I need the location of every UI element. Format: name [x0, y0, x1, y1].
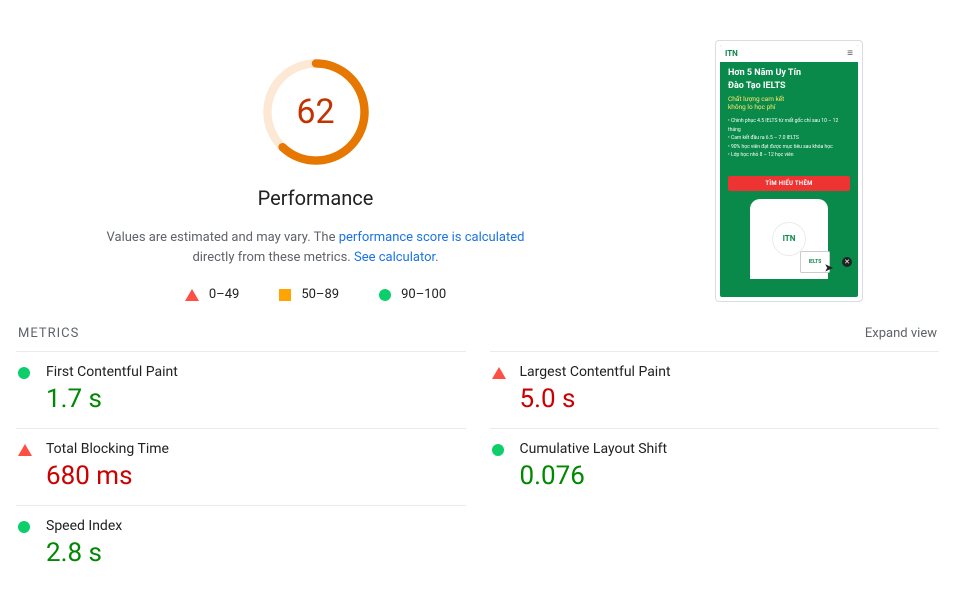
metric-item: Largest Contentful Paint 5.0 s — [490, 351, 940, 428]
score-gauge: 62 — [260, 56, 372, 168]
legend-avg-label: 50–89 — [301, 287, 339, 302]
score-desc-text: Values are estimated and may vary. The — [107, 230, 339, 245]
score-legend: 0–49 50–89 90–100 — [185, 287, 446, 302]
metric-body: Largest Contentful Paint 5.0 s — [520, 364, 938, 414]
metric-item: Speed Index 2.8 s — [16, 505, 466, 582]
metrics-section-title: METRICS — [18, 326, 79, 341]
preview-bullet: 90% học viên đạt được mục tiêu sau khóa … — [728, 143, 850, 152]
square-icon — [279, 289, 291, 301]
legend-fail-label: 0–49 — [209, 287, 239, 302]
metric-label: Speed Index — [46, 518, 464, 534]
metric-value: 1.7 s — [46, 384, 464, 414]
preview-bullet: Cam kết đầu ra 6.5 – 7.0 IELTS — [728, 134, 850, 143]
device-screen: ITN ≡ Hơn 5 Năm Uy Tín Đào Tạo IELTS Chấ… — [720, 45, 858, 297]
score-desc-text-2: directly from these metrics. — [192, 250, 354, 265]
legend-avg: 50–89 — [279, 287, 339, 302]
metric-body: Speed Index 2.8 s — [46, 518, 464, 568]
screenshot-preview: ITN ≡ Hơn 5 Năm Uy Tín Đào Tạo IELTS Chấ… — [639, 16, 939, 302]
preview-bullet: Lớp học nhỏ 8 – 12 học viên — [728, 151, 850, 160]
circle-icon — [492, 441, 506, 491]
legend-pass-label: 90–100 — [401, 287, 446, 302]
cursor-icon: ➤ — [825, 263, 833, 274]
preview-subtitle: Chất lượng cam kết không lo học phí — [728, 95, 850, 112]
see-calculator-link[interactable]: See calculator — [354, 250, 435, 265]
metric-item: Cumulative Layout Shift 0.076 — [490, 428, 940, 505]
score-description: Values are estimated and may vary. The p… — [86, 228, 546, 267]
preview-heading-2: Đào Tạo IELTS — [728, 81, 850, 92]
metric-label: Cumulative Layout Shift — [520, 441, 938, 457]
preview-brand: ITN — [725, 49, 738, 58]
metric-value: 5.0 s — [520, 384, 938, 414]
metric-body: Total Blocking Time 680 ms — [46, 441, 464, 491]
perf-calc-link[interactable]: performance score is calculated — [339, 230, 525, 245]
performance-score-panel: 62 Performance Values are estimated and … — [16, 16, 615, 302]
preview-sub-2: không lo học phí — [728, 103, 775, 111]
triangle-icon — [185, 289, 199, 301]
device-frame: ITN ≡ Hơn 5 Năm Uy Tín Đào Tạo IELTS Chấ… — [715, 40, 863, 302]
metric-body: Cumulative Layout Shift 0.076 — [520, 441, 938, 491]
metric-item: Total Blocking Time 680 ms — [16, 428, 466, 505]
triangle-icon — [18, 441, 32, 491]
preview-cta-button: TÌM HIỂU THÊM — [728, 176, 850, 191]
score-title: Performance — [258, 186, 374, 210]
preview-sub-1: Chất lượng cam kết — [728, 95, 784, 103]
metric-label: Total Blocking Time — [46, 441, 464, 457]
preview-heading-1: Hơn 5 Năm Uy Tín — [728, 68, 850, 79]
preview-bullets: Chinh phục 4.5 IELTS từ mất gốc chỉ sau … — [728, 117, 850, 160]
close-icon: ✕ — [842, 257, 852, 267]
triangle-icon — [492, 364, 506, 414]
score-desc-text-3: . — [435, 250, 438, 265]
circle-icon — [18, 518, 32, 568]
preview-header: ITN ≡ — [720, 45, 858, 62]
metric-value: 2.8 s — [46, 538, 464, 568]
preview-bullet: Chinh phục 4.5 IELTS từ mất gốc chỉ sau … — [728, 117, 850, 134]
circle-icon — [379, 289, 391, 301]
preview-badge-text: IELTS — [809, 259, 822, 265]
legend-pass: 90–100 — [379, 287, 446, 302]
expand-view-toggle[interactable]: Expand view — [865, 326, 937, 341]
metric-value: 0.076 — [520, 461, 938, 491]
score-value: 62 — [260, 56, 372, 168]
circle-icon — [18, 364, 32, 414]
metric-body: First Contentful Paint 1.7 s — [46, 364, 464, 414]
preview-badge: IELTS ➤ — [800, 251, 830, 273]
preview-logo-text: ITN — [783, 234, 796, 243]
metrics-grid: First Contentful Paint 1.7 s Largest Conte… — [16, 351, 939, 582]
hamburger-icon: ≡ — [847, 48, 853, 59]
legend-fail: 0–49 — [185, 287, 239, 302]
preview-phone-graphic: ITN IELTS ➤ — [750, 199, 828, 279]
metric-value: 680 ms — [46, 461, 464, 491]
metric-label: First Contentful Paint — [46, 364, 464, 380]
metric-label: Largest Contentful Paint — [520, 364, 938, 380]
metric-item: First Contentful Paint 1.7 s — [16, 351, 466, 428]
